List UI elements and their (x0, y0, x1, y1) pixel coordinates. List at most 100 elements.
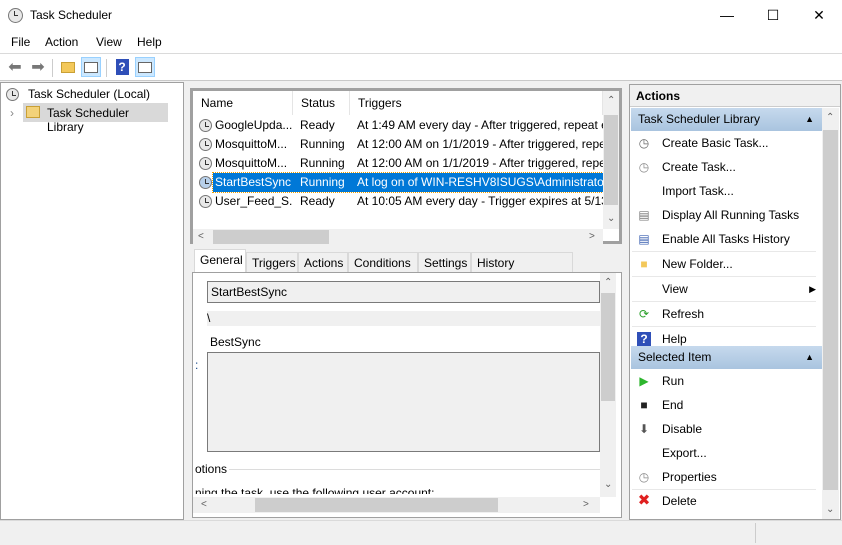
action-create-task[interactable]: ◷ Create Task... (632, 155, 818, 179)
action-create-basic-task[interactable]: ◷ Create Basic Task... (632, 131, 818, 155)
action-label: Run (662, 374, 685, 388)
action-group-header[interactable]: Selected Item ▲ (631, 346, 822, 369)
task-trigger: At 10:05 AM every day - Trigger expires … (357, 194, 603, 208)
task-row[interactable]: StartBestSync Running At log on of WIN-R… (199, 172, 604, 193)
menu-help[interactable]: Help (137, 35, 162, 49)
action-label: Disable (662, 422, 703, 436)
task-row[interactable]: MosquittoM... Running At 12:00 AM on 1/1… (193, 154, 603, 173)
action-refresh[interactable]: ⟳ Refresh (632, 302, 818, 326)
action-new-folder[interactable]: ■ New Folder... (632, 252, 818, 276)
show-hide-console-tree-icon[interactable] (81, 57, 101, 77)
task-row[interactable]: User_Feed_S... Ready At 10:05 AM every d… (193, 192, 603, 211)
window-title: Task Scheduler (30, 8, 113, 22)
actions-scrollbar[interactable]: ⌃ ⌄ (822, 108, 839, 519)
action-label: Create Task... (662, 160, 736, 174)
action-properties[interactable]: ◷ Properties (632, 465, 818, 489)
expand-chevron-icon[interactable]: › (10, 106, 14, 120)
task-trigger: At log on of WIN-RESHV8ISUGS\Administrat… (357, 175, 603, 189)
tree-root[interactable]: Task Scheduler (Local) (28, 87, 150, 101)
refresh-icon: ⟳ (638, 307, 650, 321)
action-label: View (662, 282, 688, 296)
maximize-button[interactable]: ☐ (750, 0, 796, 30)
delete-icon: ✖ (637, 492, 651, 509)
action-label: New Folder... (662, 257, 733, 271)
action-label: End (662, 398, 684, 412)
vertical-scrollbar[interactable]: ⌃ ⌄ (603, 91, 619, 229)
detail-horizontal-scrollbar[interactable]: < > (193, 497, 600, 513)
minimize-button[interactable]: — (704, 0, 750, 30)
collapse-triangle-icon[interactable]: ▲ (805, 346, 814, 369)
task-clock-icon (199, 119, 212, 132)
task-row[interactable]: MosquittoM... Running At 12:00 AM on 1/1… (193, 135, 603, 154)
running-tasks-icon: ▤ (638, 208, 650, 222)
task-clock-icon (199, 176, 212, 189)
task-name-field[interactable]: StartBestSync (207, 281, 600, 303)
task-location-value: \ (207, 311, 600, 326)
detail-vertical-scrollbar[interactable]: ⌃ ⌄ (600, 273, 616, 497)
up-folder-icon[interactable] (58, 57, 78, 77)
menu-view[interactable]: View (96, 35, 122, 49)
column-header-name[interactable]: Name (193, 91, 293, 115)
action-import-task[interactable]: Import Task... (632, 179, 818, 203)
task-row[interactable]: GoogleUpda... Ready At 1:49 AM every day… (193, 116, 603, 135)
close-button[interactable]: ✕ (796, 0, 842, 30)
task-name: StartBestSync (215, 175, 292, 189)
action-disable[interactable]: ⬇ Disable (632, 417, 818, 441)
action-enable-all-tasks-history[interactable]: ▤ Enable All Tasks History (632, 227, 818, 251)
title-bar: Task Scheduler — ☐ ✕ (0, 0, 842, 32)
run-icon: ▶ (639, 374, 649, 388)
create-task-icon: ◷ (638, 160, 650, 174)
tab-history-disabled[interactable]: History (disabled) (471, 252, 573, 290)
action-label: Properties (662, 470, 717, 484)
menu-file[interactable]: File (11, 35, 30, 49)
horizontal-scrollbar[interactable]: < > (193, 229, 603, 245)
tab-settings[interactable]: Settings (418, 252, 471, 273)
action-delete[interactable]: ✖ Delete (632, 489, 818, 513)
back-icon[interactable]: ⬅ (5, 57, 25, 77)
action-label: Export... (662, 446, 707, 460)
task-name: MosquittoM... (215, 156, 288, 170)
column-header-triggers[interactable]: Triggers (350, 91, 603, 115)
action-export[interactable]: Export... (632, 441, 818, 465)
disable-icon: ⬇ (638, 422, 650, 436)
show-hide-action-pane-icon[interactable] (135, 57, 155, 77)
tab-general[interactable]: General (194, 249, 246, 273)
actions-header: Actions (630, 85, 840, 107)
task-name: User_Feed_S... (215, 194, 293, 208)
tab-triggers[interactable]: Triggers (246, 252, 298, 273)
menu-bar: File Action View Help (0, 32, 842, 54)
clock-icon (8, 8, 23, 24)
submenu-arrow-icon: ▶ (809, 284, 816, 294)
group-title: Selected Item (638, 350, 712, 364)
action-label: Display All Running Tasks (662, 208, 800, 222)
description-label: : (195, 358, 199, 372)
action-label: Import Task... (662, 184, 734, 198)
action-group-header[interactable]: Task Scheduler Library ▲ (631, 108, 822, 131)
toolbar: ⬅ ➡ ? (0, 54, 842, 81)
clock-icon (6, 88, 19, 102)
stop-icon: ■ (640, 398, 648, 412)
collapse-triangle-icon[interactable]: ▲ (805, 108, 814, 131)
folder-clock-icon (26, 106, 40, 118)
forward-icon[interactable]: ➡ (28, 57, 48, 77)
console-tree: Task Scheduler (Local) › Task Scheduler … (0, 82, 184, 520)
action-label: Enable All Tasks History (662, 232, 790, 246)
tab-actions[interactable]: Actions (298, 252, 348, 273)
tab-conditions[interactable]: Conditions (348, 252, 418, 273)
action-view[interactable]: View ▶ (632, 277, 818, 301)
action-end[interactable]: ■ End (632, 393, 818, 417)
task-status: Ready (300, 194, 335, 208)
action-label: Delete (662, 494, 697, 508)
task-trigger: At 12:00 AM on 1/1/2019 - After triggere… (357, 156, 603, 170)
create-basic-task-icon: ◷ (638, 136, 650, 150)
task-name: GoogleUpda... (215, 118, 293, 132)
column-header-status[interactable]: Status (293, 91, 350, 115)
help-icon[interactable]: ? (112, 57, 132, 77)
menu-action[interactable]: Action (45, 35, 78, 49)
tree-item-library[interactable]: Task Scheduler Library (23, 103, 168, 134)
action-label: Create Basic Task... (662, 136, 769, 150)
action-display-all-running-tasks[interactable]: ▤ Display All Running Tasks (632, 203, 818, 227)
action-run[interactable]: ▶ Run (632, 369, 818, 393)
task-name: MosquittoM... (215, 137, 288, 151)
description-field[interactable] (207, 352, 600, 452)
